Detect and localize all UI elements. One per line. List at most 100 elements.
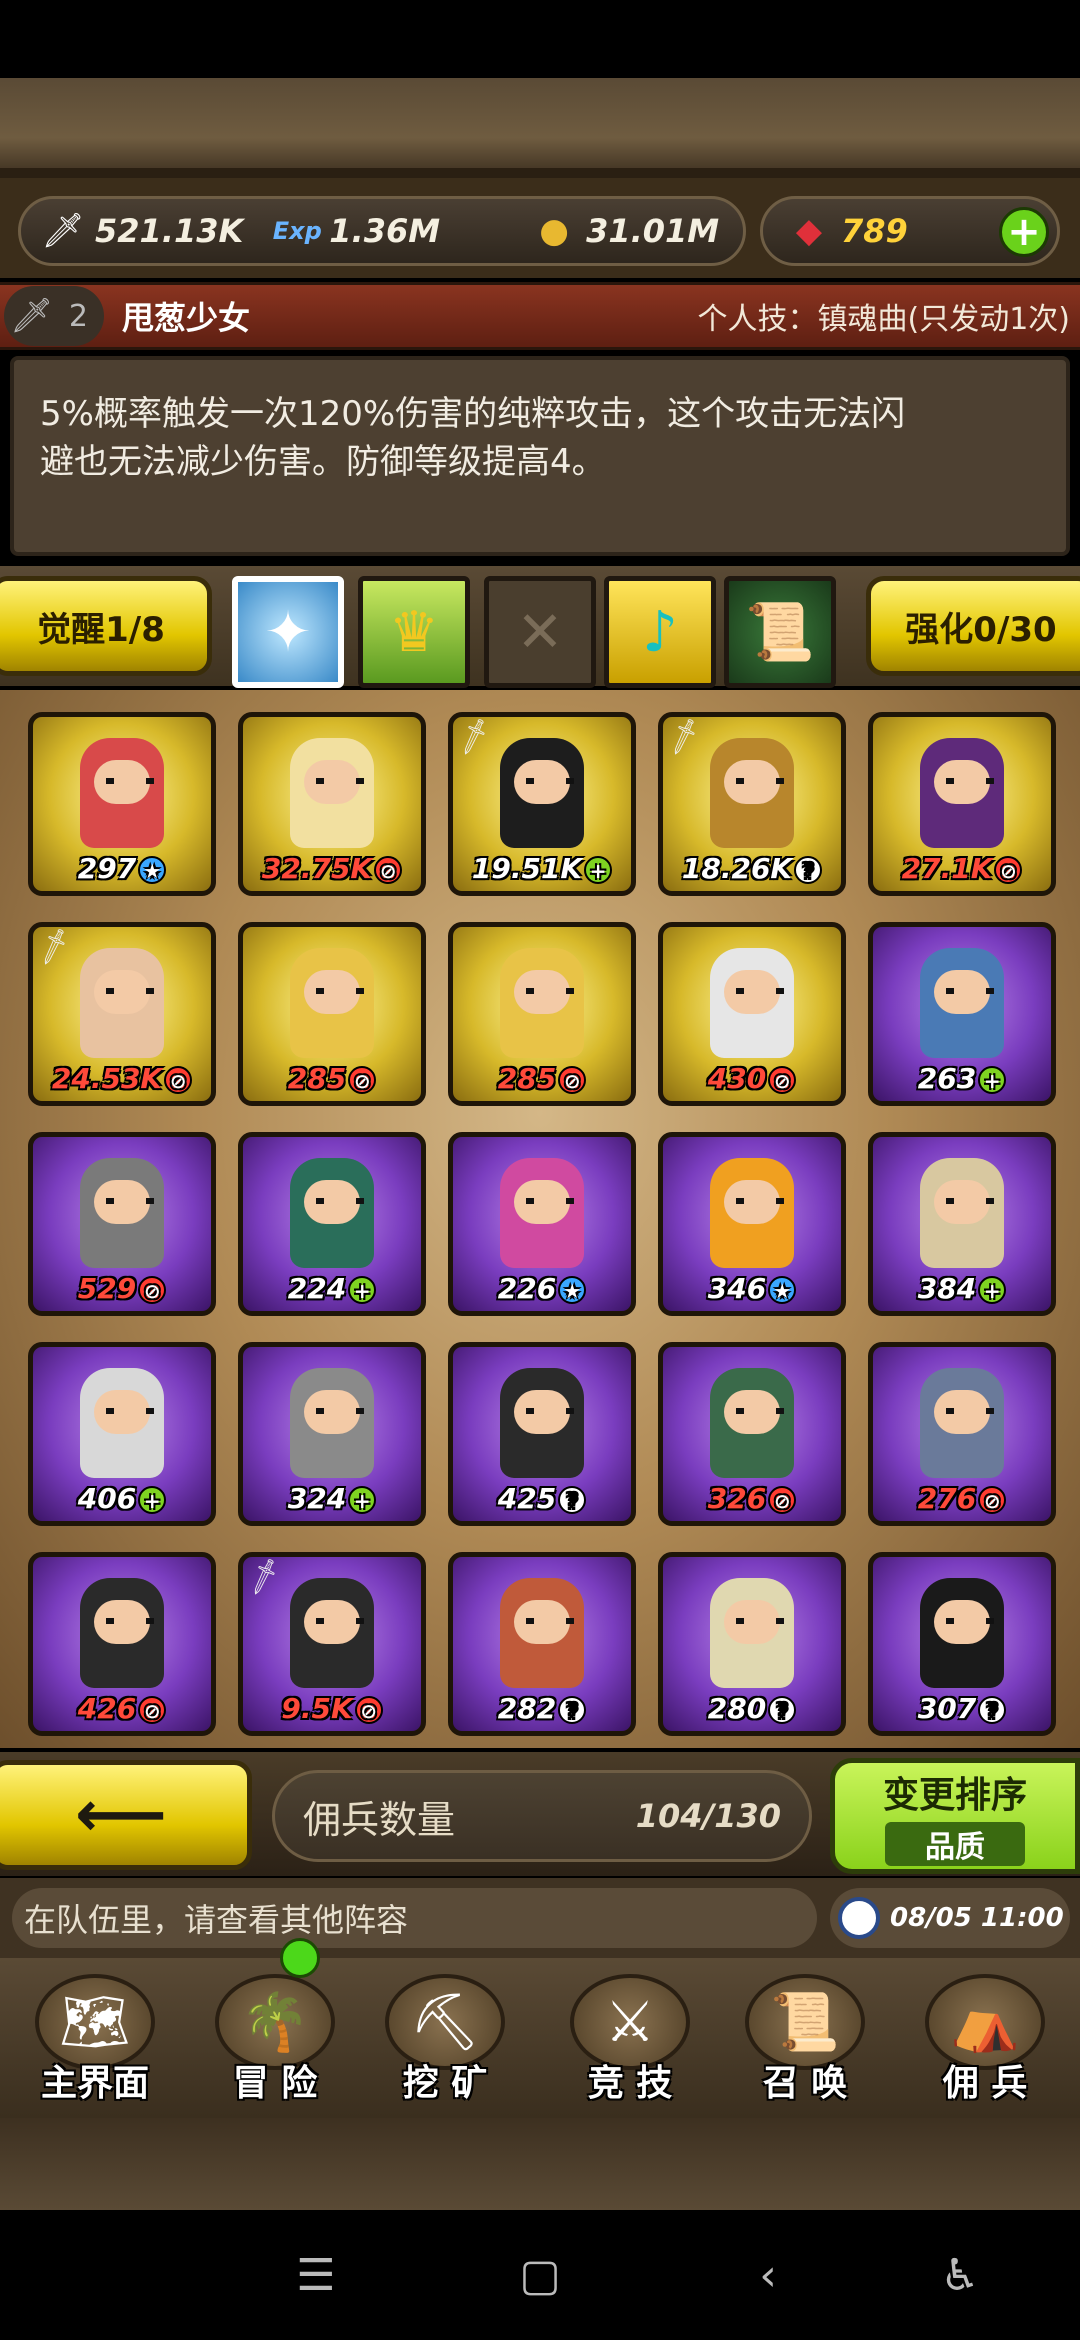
nav-arena[interactable]: ⚔ 竞 技 <box>545 1958 715 2118</box>
hero-card[interactable]: 426 ⊘ <box>28 1552 216 1736</box>
hero-portrait <box>290 738 374 848</box>
hero-card[interactable]: 224 + <box>238 1132 426 1316</box>
tab-scroll[interactable]: 📜 <box>724 576 836 688</box>
nav-adventure[interactable]: 🌴 冒 险 <box>190 1938 360 2118</box>
sort-label: 变更排序 <box>882 1775 1027 1816</box>
nav-summon[interactable]: 📜 召 唤 <box>720 1958 890 2118</box>
hero-card[interactable]: 406 + <box>28 1342 216 1526</box>
hero-card[interactable]: 384 + <box>868 1132 1056 1316</box>
hero-card-level: 226 ★ <box>453 1272 631 1305</box>
equipped-weapon-icon: 🗡 <box>661 714 707 759</box>
nav-mercenary[interactable]: ⛺ 佣 兵 <box>900 1958 1070 2118</box>
hero-card[interactable]: 276 ⊘ <box>868 1342 1056 1526</box>
hero-level-text: 19.51K <box>471 852 583 885</box>
hero-card[interactable]: 430 ⊘ <box>658 922 846 1106</box>
add-gems-button[interactable]: + <box>999 207 1049 257</box>
gem-value: 789 <box>841 212 908 250</box>
tab-locked[interactable]: ✕ <box>484 576 596 688</box>
no-badge-icon: ⊘ <box>978 1486 1007 1514</box>
hero-level-text: 263 <box>917 1062 977 1095</box>
hero-level-text: 384 <box>917 1272 977 1305</box>
back-icon[interactable]: ‹ <box>738 2250 798 2301</box>
nav-main[interactable]: 🗺 主界面 <box>10 1958 180 2118</box>
hero-portrait <box>920 738 1004 848</box>
no-badge-icon: ⊘ <box>138 1276 167 1304</box>
home-icon[interactable]: ▢ <box>510 2250 570 2301</box>
hero-portrait <box>500 738 584 848</box>
tab-music[interactable]: ♪ <box>604 576 716 688</box>
nav-label: 主界面 <box>40 2063 149 2104</box>
hero-card[interactable]: 425? <box>448 1342 636 1526</box>
hero-card[interactable]: 285 ⊘ <box>448 922 636 1106</box>
hero-portrait <box>290 1578 374 1688</box>
accessibility-icon[interactable]: ♿ <box>930 2250 990 2301</box>
awaken-button[interactable]: 觉醒1/8 <box>0 576 212 676</box>
enhance-button[interactable]: 强化0/30 <box>866 576 1080 676</box>
hero-card[interactable]: 285 ⊘ <box>238 922 426 1106</box>
hero-card[interactable]: 27.1K ⊘ <box>868 712 1056 896</box>
hero-card-level: 307? <box>873 1692 1051 1725</box>
hero-card[interactable]: 346 ★ <box>658 1132 846 1316</box>
hero-card[interactable]: 🗡 18.26K? <box>658 712 846 896</box>
hero-portrait <box>710 1368 794 1478</box>
hero-card-level: 426 ⊘ <box>33 1692 211 1725</box>
plus-badge-icon: + <box>138 1486 167 1514</box>
tab-upgrade[interactable]: ♛ <box>358 576 470 688</box>
message-row: 在队伍里，请查看其他阵容 08/05 11:00 <box>0 1878 1080 1958</box>
hero-card[interactable]: 307? <box>868 1552 1056 1736</box>
hero-card[interactable]: 326 ⊘ <box>658 1342 846 1526</box>
hero-card[interactable]: 226 ★ <box>448 1132 636 1316</box>
hero-card[interactable]: 🗡 24.53K ⊘ <box>28 922 216 1106</box>
tab-weapon[interactable]: ✦ <box>232 576 344 688</box>
star-badge-icon: ★ <box>768 1276 797 1304</box>
hero-card-level: 326 ⊘ <box>663 1482 841 1515</box>
hero-card-level: 384 + <box>873 1272 1051 1305</box>
hero-level-text: 285 <box>497 1062 557 1095</box>
currency-pill: 🗡 521.13K Exp 1.36M ● 31.01M <box>18 196 746 266</box>
hero-card[interactable]: 324 + <box>238 1342 426 1526</box>
hero-portrait <box>80 1578 164 1688</box>
skill-description-line: 5%概率触发一次120%伤害的纯粹攻击，这个攻击无法闪 <box>40 394 906 434</box>
back-button[interactable]: ⟵ <box>0 1760 252 1870</box>
hero-portrait <box>710 1158 794 1268</box>
status-bar <box>0 0 1080 78</box>
hero-card[interactable]: 🗡 19.51K + <box>448 712 636 896</box>
grid-footer-bar: ⟵ 佣兵数量 104/130 变更排序 品质 <box>0 1752 1080 1876</box>
top-banner-art <box>0 78 1080 178</box>
hero-card-level: 18.26K? <box>663 852 841 885</box>
hero-card[interactable]: 32.75K ⊘ <box>238 712 426 896</box>
hero-card-level: 297 ★ <box>33 852 211 885</box>
hero-level: 2 <box>68 298 88 334</box>
nav-mining[interactable]: ⛏ 挖 矿 <box>360 1958 530 2118</box>
menu-icon[interactable]: ☰ <box>286 2250 346 2301</box>
hero-card-level: 263 + <box>873 1062 1051 1095</box>
hero-card-level: 32.75K ⊘ <box>243 852 421 885</box>
hero-card[interactable]: 297 ★ <box>28 712 216 896</box>
hero-portrait <box>920 948 1004 1058</box>
hero-card-level: 529 ⊘ <box>33 1272 211 1305</box>
hero-level-text: 24.53K <box>51 1062 163 1095</box>
hero-portrait <box>500 1158 584 1268</box>
hero-portrait <box>500 1578 584 1688</box>
hero-card-level: 224 + <box>243 1272 421 1305</box>
hero-portrait <box>80 738 164 848</box>
hero-card[interactable]: 282? <box>448 1552 636 1736</box>
exp-icon: Exp <box>272 217 322 245</box>
hero-card-level: 285 ⊘ <box>243 1062 421 1095</box>
equipped-weapon-icon: 🗡 <box>451 714 497 759</box>
q-badge-icon: ? <box>978 1696 1007 1724</box>
hero-card[interactable]: 263 + <box>868 922 1056 1106</box>
no-badge-icon: ⊘ <box>138 1696 167 1724</box>
no-badge-icon: ⊘ <box>768 1486 797 1514</box>
hero-card[interactable]: 🗡 9.5K ⊘ <box>238 1552 426 1736</box>
hero-level-badge: 🗡 2 <box>4 286 104 346</box>
hero-card[interactable]: 280? <box>658 1552 846 1736</box>
gem-pill: ◆ 789 + <box>760 196 1060 266</box>
hero-level-text: 224 <box>287 1272 347 1305</box>
hero-card-level: 276 ⊘ <box>873 1482 1051 1515</box>
sort-button[interactable]: 变更排序 品质 <box>830 1758 1080 1874</box>
resource-bar: 🗡 521.13K Exp 1.36M ● 31.01M ◆ 789 + <box>0 178 1080 278</box>
hero-card[interactable]: 529 ⊘ <box>28 1132 216 1316</box>
hero-card-level: 24.53K ⊘ <box>33 1062 211 1095</box>
hero-portrait <box>500 948 584 1058</box>
